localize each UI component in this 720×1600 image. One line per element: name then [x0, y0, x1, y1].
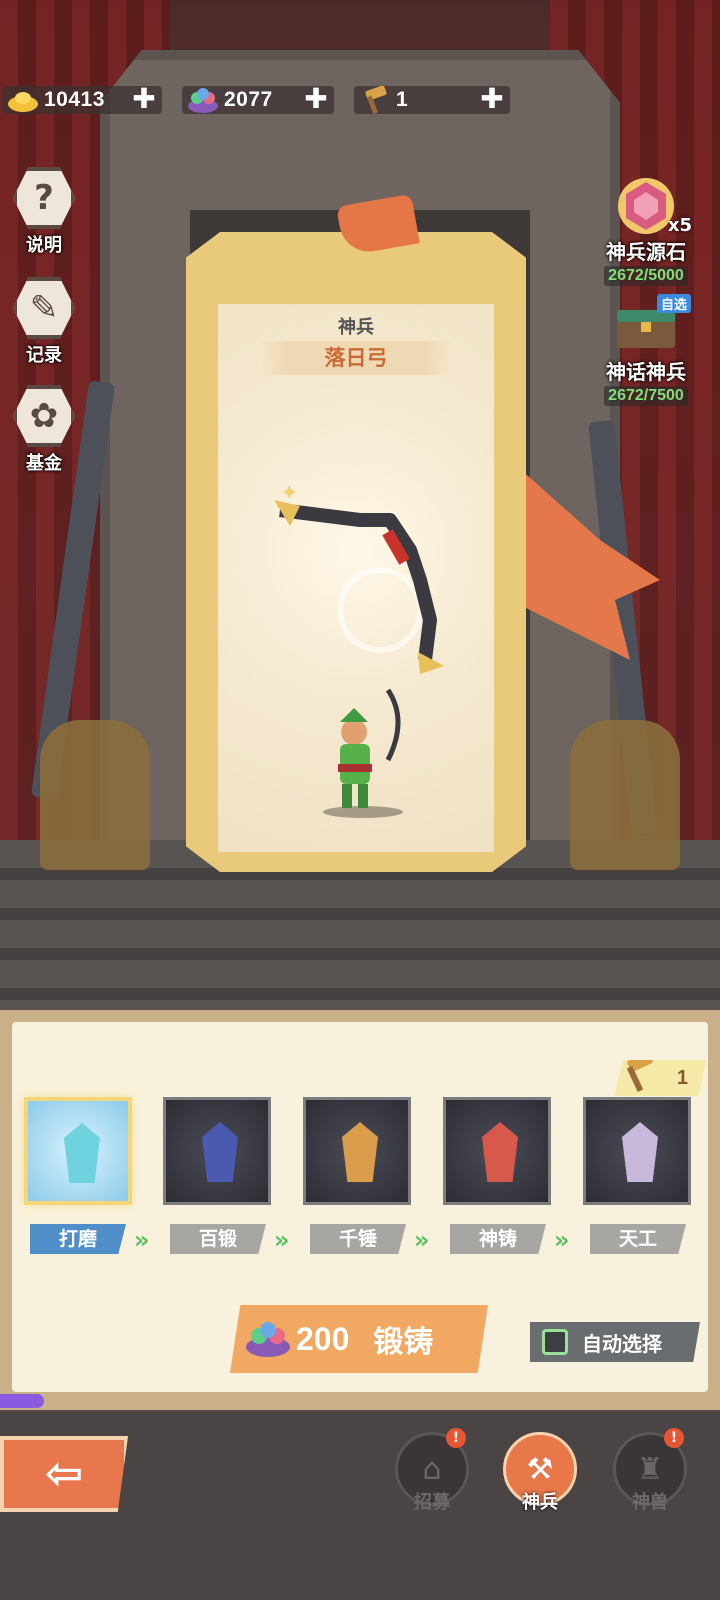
- guardian-statue-right: [570, 720, 680, 870]
- forge-button[interactable]: 200 锻铸: [230, 1305, 488, 1373]
- money-bag-icon: ✿: [13, 385, 75, 447]
- notification-badge: !: [664, 1428, 684, 1448]
- blue-crystal-icon: [202, 1122, 238, 1182]
- myth-weapon-progress: 2672/7500: [604, 386, 688, 406]
- stage-label-hundred-forge: 百锻: [170, 1224, 266, 1254]
- gem-amount: 2077: [224, 88, 273, 111]
- chevron-right-icon: »: [274, 1226, 289, 1254]
- source-stone-icon-wrap: x5: [614, 176, 692, 236]
- amber-crystal-icon: [342, 1122, 378, 1182]
- stage-divine-cast[interactable]: [443, 1097, 551, 1205]
- stage-label-divine-cast: 神铸: [450, 1224, 546, 1254]
- hammer-count: 1: [676, 1066, 688, 1089]
- weapon-name: 落日弓: [324, 346, 388, 370]
- svg-text:✦: ✦: [280, 481, 298, 506]
- gem-resource: 2077 ✚: [182, 85, 334, 114]
- add-gold-button[interactable]: ✚: [132, 85, 156, 113]
- back-button[interactable]: ⇦: [0, 1436, 128, 1512]
- auto-select-label: 自动选择: [582, 1331, 662, 1356]
- nav-divine-beast[interactable]: ♜ 神兽 !: [610, 1428, 690, 1514]
- self-select-badge: 自选: [656, 294, 691, 313]
- record-label: 记录: [26, 345, 62, 366]
- source-stone-item[interactable]: x5 神兵源石 2672/5000: [586, 176, 706, 286]
- fund-button[interactable]: ✿ 基金: [12, 385, 76, 475]
- bow-weapon-icon: ✦: [274, 481, 444, 674]
- weapon-category: 神兵: [338, 317, 374, 338]
- hammer-icon: [365, 86, 387, 114]
- forge-cost: 200: [296, 1320, 350, 1357]
- gem-bowl-icon: [246, 1322, 290, 1357]
- notification-badge: !: [446, 1428, 466, 1448]
- nav-divine-beast-label: 神兽: [632, 1492, 668, 1513]
- archer-hero-icon: [323, 688, 403, 818]
- stage-thousand-hammer[interactable]: [303, 1097, 411, 1205]
- stage-hundred-forge[interactable]: [163, 1097, 271, 1205]
- stage-label-thousand-hammer: 千锤: [310, 1224, 406, 1254]
- forge-label: 锻铸: [373, 1325, 434, 1360]
- nav-recruit-label: 招募: [414, 1492, 450, 1513]
- question-icon: ?: [13, 167, 75, 229]
- help-button[interactable]: ? 说明: [12, 167, 76, 257]
- side-drawer-tab[interactable]: [0, 1394, 44, 1408]
- hammer-resource: 1 ✚: [354, 85, 510, 114]
- myth-weapon-item[interactable]: 自选 神话神兵 2672/7500: [586, 294, 706, 406]
- weapon-name-banner: 落日弓: [258, 341, 454, 375]
- nav-divine-weapon[interactable]: ⚒ 神兵: [500, 1432, 580, 1514]
- nav-recruit[interactable]: ⌂ 招募 !: [392, 1428, 472, 1514]
- myth-weapon-label: 神话神兵: [606, 360, 686, 384]
- gold-ingot-icon: [8, 92, 38, 112]
- myth-weapon-icon-wrap: 自选: [611, 294, 691, 356]
- auto-select-checkbox[interactable]: [542, 1329, 568, 1355]
- guardian-statue-left: [40, 720, 150, 870]
- hammer-amount: 1: [396, 88, 409, 111]
- add-hammer-button[interactable]: ✚: [480, 85, 504, 113]
- hammer-count-badge: 1: [614, 1060, 706, 1096]
- pencil-icon: ✎: [13, 277, 75, 339]
- cyan-crystal-icon: [64, 1123, 100, 1183]
- gold-resource: 10413 ✚: [2, 85, 162, 114]
- gem-bowl-icon: [188, 88, 218, 113]
- stage-label-heavenly-craft: 天工: [590, 1224, 686, 1254]
- rainbow-crystal-icon: [622, 1122, 658, 1182]
- hammer-icon: [626, 1060, 653, 1093]
- red-crystal-icon: [482, 1122, 518, 1182]
- chevron-right-icon: »: [134, 1226, 149, 1254]
- gold-amount: 10413: [44, 88, 105, 111]
- stage-polish[interactable]: [24, 1097, 132, 1205]
- resource-bar: 10413 ✚ 2077 ✚ 1 ✚: [0, 85, 720, 116]
- source-stone-label: 神兵源石: [606, 240, 686, 264]
- nav-divine-weapon-label: 神兵: [522, 1492, 558, 1513]
- fund-label: 基金: [26, 453, 62, 474]
- stage-label-polish: 打磨: [30, 1224, 126, 1254]
- source-stone-progress: 2672/5000: [604, 266, 688, 286]
- stage-heavenly-craft[interactable]: [583, 1097, 691, 1205]
- chevron-right-icon: »: [554, 1226, 569, 1254]
- record-button[interactable]: ✎ 记录: [12, 277, 76, 367]
- add-gems-button[interactable]: ✚: [304, 85, 328, 113]
- chevron-right-icon: »: [414, 1226, 429, 1254]
- source-stone-count: x5: [667, 215, 692, 236]
- help-label: 说明: [26, 235, 62, 256]
- auto-select-toggle[interactable]: 自动选择: [530, 1322, 700, 1362]
